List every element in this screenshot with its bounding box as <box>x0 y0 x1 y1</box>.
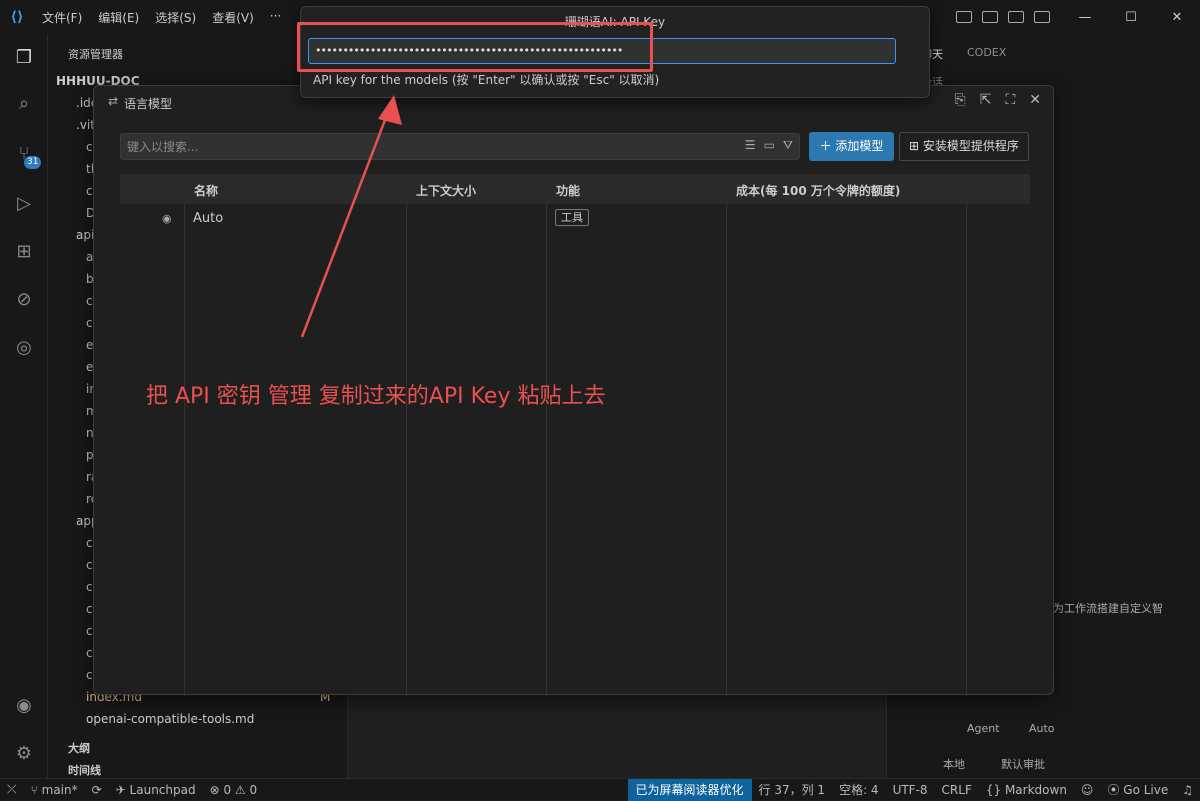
problems-indicator[interactable]: ⊗ 0 ⚠ 0 <box>203 783 265 797</box>
launchpad-item[interactable]: ✈ Launchpad <box>109 783 203 797</box>
install-provider-label: 安装模型提供程序 <box>922 139 1019 153</box>
maximize-button[interactable]: ☐ <box>1108 10 1154 25</box>
vscode-logo-icon: ⟨⟩ <box>10 9 24 25</box>
menu-selection[interactable]: 选择(S) <box>147 9 204 26</box>
tab-codex[interactable]: CODEX <box>967 46 1006 59</box>
open-in-editor-icon[interactable]: ⎘ <box>955 92 966 108</box>
maximize-icon[interactable]: ⛶ <box>1005 92 1015 108</box>
run-debug-icon[interactable]: ▷ <box>12 192 36 216</box>
search-actions: ☰ ▭ ⛛ <box>745 138 793 153</box>
search-icon[interactable]: ⌕ <box>12 92 36 116</box>
status-bar: ⤫ ⑂ main* ⟳ ✈ Launchpad ⊗ 0 ⚠ 0 已为屏幕阅读器优… <box>0 778 1200 801</box>
capability-tag: 工具 <box>555 209 589 226</box>
branch-indicator[interactable]: ⑂ main* <box>24 783 85 797</box>
add-model-button[interactable]: ＋ 添加模型 <box>809 132 894 161</box>
col-cost[interactable]: 成本(每 100 万个令牌的额度) <box>736 182 900 199</box>
go-live-label: Go Live <box>1123 783 1169 797</box>
copilot-icon[interactable]: ☺ <box>1074 783 1101 797</box>
timeline-section[interactable]: 时间线 <box>68 762 101 778</box>
toggle-panel-icon[interactable] <box>1008 11 1024 23</box>
close-window-button[interactable]: ✕ <box>1154 10 1200 25</box>
column-divider <box>726 204 727 696</box>
settings-gear-icon[interactable]: ⚙ <box>12 742 36 766</box>
models-table-header: 名称 上下文大小 功能 成本(每 100 万个令牌的额度) <box>120 174 1030 204</box>
menu-bar: 文件(F) 编辑(E) 选择(S) 查看(V) ··· <box>34 9 289 26</box>
menu-more[interactable]: ··· <box>262 9 289 26</box>
git-graph-icon[interactable]: ⊘ <box>12 288 36 312</box>
toggle-secondary-sidebar-icon[interactable] <box>1034 11 1050 23</box>
extensions-icon[interactable]: ⊞ <box>12 240 36 264</box>
tree-item-openai-tools-md[interactable]: openai-compatible-tools.md <box>86 712 254 726</box>
settings-sliders-icon: ⇄ <box>108 94 119 108</box>
minimize-button[interactable]: — <box>1062 10 1108 25</box>
pop-out-icon[interactable]: ⇱ <box>980 92 992 108</box>
column-divider <box>966 204 967 696</box>
layout-controls <box>956 0 1050 34</box>
clear-filter-icon[interactable]: ☰ <box>745 138 756 153</box>
add-model-label: 添加模型 <box>835 139 884 153</box>
dialog-title: 语言模型 <box>124 97 173 111</box>
remote-indicator-icon[interactable]: ⤫ <box>0 782 24 797</box>
encoding[interactable]: UTF-8 <box>886 783 935 797</box>
tree-item[interactable]: api <box>76 228 94 242</box>
outline-section[interactable]: 大纲 <box>68 740 90 756</box>
language-label: Markdown <box>1004 782 1067 797</box>
activity-bar: ❐ ⌕ ⑂ 31 ▷ ⊞ ⊘ ◎ ◉ ⚙ <box>0 34 48 778</box>
annotation-text: 把 API 密钥 管理 复制过来的API Key 粘贴上去 <box>146 384 606 409</box>
default-approval[interactable]: 默认审批 <box>1001 756 1045 772</box>
close-icon[interactable]: ✕ <box>1029 92 1041 108</box>
explorer-icon[interactable]: ❐ <box>12 46 36 70</box>
screen-reader-status[interactable]: 已为屏幕阅读器优化 <box>627 778 752 801</box>
group-icon[interactable]: ▭ <box>764 138 775 153</box>
cursor-position[interactable]: 行 37，列 1 <box>752 781 833 798</box>
col-name[interactable]: 名称 <box>194 182 218 199</box>
language-mode[interactable]: {} Markdown <box>979 783 1074 797</box>
branch-name: main* <box>41 782 78 797</box>
filter-icon[interactable]: ⛛ <box>783 138 793 153</box>
model-row-name[interactable]: Auto <box>193 211 223 226</box>
install-provider-button[interactable]: ⊞ 安装模型提供程序 <box>899 132 1029 161</box>
toggle-sidebar-icon[interactable] <box>956 11 972 23</box>
menu-file[interactable]: 文件(F) <box>34 9 90 26</box>
column-divider <box>184 204 185 696</box>
notifications-bell-icon[interactable]: ♫ <box>1175 783 1200 797</box>
remote-icon[interactable]: ◎ <box>12 336 36 360</box>
agent-mode[interactable]: Agent <box>967 722 1000 735</box>
dialog-header-actions: ⎘ ⇱ ⛶ ✕ <box>955 92 1041 108</box>
col-context-size[interactable]: 上下文大小 <box>416 182 476 199</box>
indentation[interactable]: 空格: 4 <box>832 781 886 798</box>
auto-model[interactable]: Auto <box>1029 722 1055 735</box>
col-capabilities[interactable]: 功能 <box>556 182 580 199</box>
local-mode[interactable]: 本地 <box>943 756 965 772</box>
account-icon[interactable]: ◉ <box>12 694 36 718</box>
window-controls: — ☐ ✕ <box>1062 0 1200 34</box>
model-search-box: ☰ ▭ ⛛ <box>120 133 800 160</box>
column-divider <box>546 204 547 696</box>
menu-view[interactable]: 查看(V) <box>204 9 262 26</box>
menu-edit[interactable]: 编辑(E) <box>90 9 147 26</box>
explorer-title: 资源管理器 <box>68 48 123 61</box>
visibility-eye-icon[interactable]: ◉ <box>162 212 172 225</box>
line-ending[interactable]: CRLF <box>935 783 979 797</box>
launchpad-label: Launchpad <box>129 782 196 797</box>
annotation-arrow <box>300 95 402 338</box>
sync-icon[interactable]: ⟳ <box>85 783 109 797</box>
chat-hint: 为工作流搭建自定义智 <box>1053 602 1163 615</box>
go-live[interactable]: ⦿ Go Live <box>1100 781 1175 798</box>
source-control-badge: 31 <box>24 156 42 169</box>
layout-grid-icon[interactable] <box>982 11 998 23</box>
highlight-box <box>297 22 653 72</box>
